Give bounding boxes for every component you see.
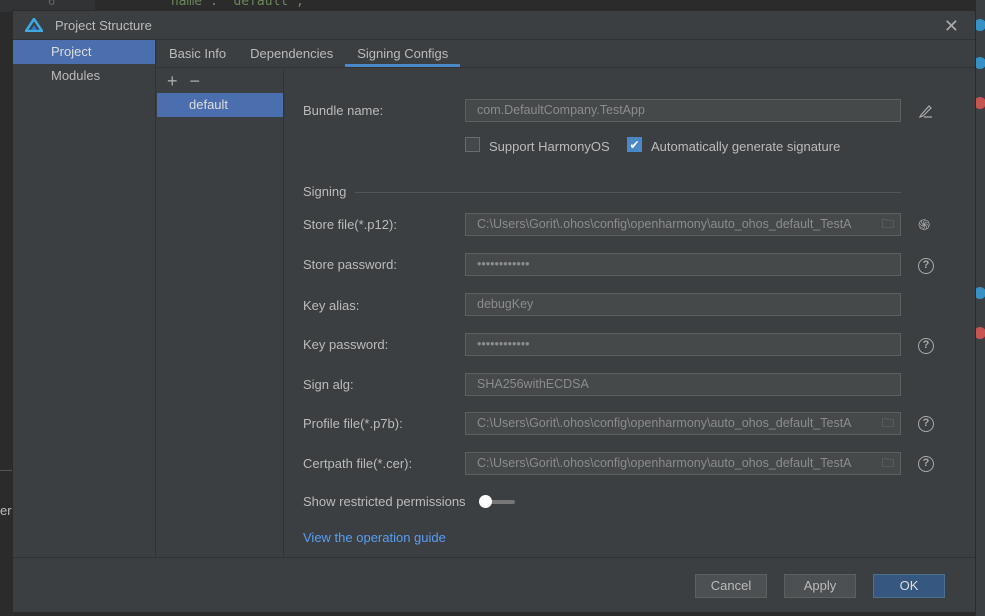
editor-right-gutter — [976, 0, 985, 616]
certpath-file-value: C:\Users\Gorit\.ohos\config\openharmony\… — [477, 456, 852, 470]
key-password-field[interactable]: •••••••••••• — [465, 333, 901, 356]
help-icon[interactable]: ? — [918, 416, 934, 432]
sidebar: Project Modules — [13, 40, 156, 557]
section-divider — [355, 192, 901, 193]
add-icon[interactable]: + — [167, 71, 178, 92]
key-password-label: Key password: — [303, 337, 389, 352]
tab-basic-info[interactable]: Basic Info — [157, 40, 238, 67]
tab-dependencies[interactable]: Dependencies — [238, 40, 345, 67]
help-icon[interactable]: ? — [918, 456, 934, 472]
project-structure-dialog: Project Structure ✕ Project Modules Basi… — [12, 10, 976, 613]
bundle-name-field[interactable]: com.DefaultCompany.TestApp — [465, 99, 901, 122]
operation-guide-link[interactable]: View the operation guide — [303, 530, 446, 545]
key-alias-label: Key alias: — [303, 298, 360, 313]
key-alias-field[interactable]: debugKey — [465, 293, 901, 316]
folder-icon[interactable]: 🗀 — [877, 413, 894, 434]
restricted-permissions-label: Show restricted permissions — [303, 494, 466, 509]
dialog-title: Project Structure — [55, 17, 152, 33]
fingerprint-icon[interactable]: ֍ — [918, 215, 934, 234]
bottom-text: er — [0, 503, 12, 518]
sign-alg-field[interactable]: SHA256withECDSA — [465, 373, 901, 396]
remove-icon[interactable]: − — [190, 71, 201, 92]
store-file-label: Store file(*.p12): — [303, 217, 397, 232]
signing-form: Bundle name: com.DefaultCompany.TestApp … — [285, 69, 975, 557]
auto-signature-checkbox[interactable]: ✔ — [627, 137, 642, 152]
restricted-permissions-toggle[interactable] — [479, 495, 515, 508]
tab-signing-configs[interactable]: Signing Configs — [345, 40, 461, 67]
store-password-label: Store password: — [303, 257, 397, 272]
store-file-field[interactable]: C:\Users\Gorit\.ohos\config\openharmony\… — [465, 213, 901, 236]
help-icon[interactable]: ? — [918, 338, 934, 354]
folder-icon[interactable]: 🗀 — [877, 453, 894, 474]
folder-icon[interactable]: 🗀 — [877, 214, 894, 235]
edit-pencil-icon[interactable] — [918, 103, 934, 119]
line-number: 6 — [48, 0, 56, 8]
sign-alg-label: Sign alg: — [303, 377, 354, 392]
app-logo-icon — [25, 18, 43, 32]
store-file-value: C:\Users\Gorit\.ohos\config\openharmony\… — [477, 217, 852, 231]
close-icon[interactable]: ✕ — [944, 16, 959, 37]
title-bar: Project Structure — [13, 11, 975, 40]
list-item[interactable]: default — [157, 93, 283, 117]
cancel-button[interactable]: Cancel — [695, 574, 767, 598]
tab-bar: Basic Info Dependencies Signing Configs — [157, 40, 975, 68]
ok-button[interactable]: OK — [873, 574, 945, 598]
certpath-file-field[interactable]: C:\Users\Gorit\.ohos\config\openharmony\… — [465, 452, 901, 475]
sidebar-item-modules[interactable]: Modules — [13, 64, 155, 88]
profile-file-value: C:\Users\Gorit\.ohos\config\openharmony\… — [477, 416, 852, 430]
config-list: + − default — [157, 69, 284, 557]
support-harmonyos-checkbox[interactable] — [465, 137, 480, 152]
profile-file-label: Profile file(*.p7b): — [303, 416, 403, 431]
profile-file-field[interactable]: C:\Users\Gorit\.ohos\config\openharmony\… — [465, 412, 901, 435]
help-icon[interactable]: ? — [918, 258, 934, 274]
apply-button[interactable]: Apply — [784, 574, 856, 598]
support-harmonyos-label: Support HarmonyOS — [489, 139, 610, 154]
bundle-name-label: Bundle name: — [303, 103, 384, 118]
code-line: "name": "default", — [163, 0, 304, 9]
sidebar-item-project[interactable]: Project — [13, 40, 155, 64]
bottom-panel: er — [0, 470, 12, 616]
certpath-file-label: Certpath file(*.cer): — [303, 456, 413, 471]
signing-section-title: Signing — [303, 184, 347, 199]
dialog-footer: Cancel Apply OK — [13, 557, 975, 614]
auto-signature-label: Automatically generate signature — [651, 139, 841, 154]
store-password-field[interactable]: •••••••••••• — [465, 253, 901, 276]
